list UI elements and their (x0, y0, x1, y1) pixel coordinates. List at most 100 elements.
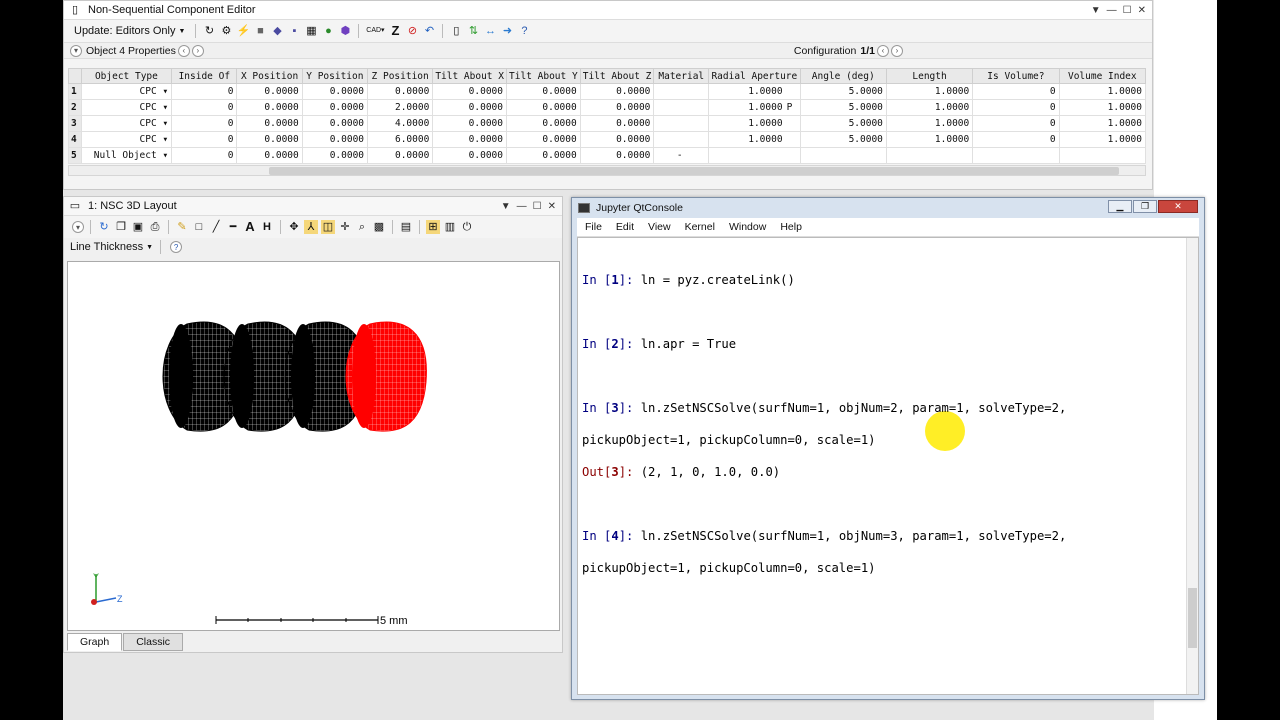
cell-x[interactable]: 0.0000 (236, 131, 303, 148)
ray-trace-icon[interactable]: ⚡ (236, 24, 251, 38)
dimension-icon[interactable]: H (260, 220, 274, 234)
next-object-button[interactable]: › (191, 44, 204, 57)
cell-ang[interactable]: 5.0000 (799, 99, 887, 116)
cell-vidx[interactable]: 1.0000 (1058, 115, 1147, 132)
page-icon[interactable]: ▯ (449, 24, 463, 38)
prev-object-button[interactable]: ‹ (177, 44, 190, 57)
cell-len[interactable]: 1.0000 (885, 115, 974, 132)
power-icon[interactable]: ⏻ (460, 220, 474, 234)
chevron-down-icon[interactable]: ▾ (157, 86, 168, 97)
column-header[interactable]: Object Type (80, 68, 173, 84)
menu-help[interactable]: Help (780, 221, 802, 233)
cell-vidx[interactable]: 1.0000 (1058, 99, 1147, 116)
cell-tx[interactable]: 0.0000 (432, 147, 507, 164)
tab-classic[interactable]: Classic (123, 633, 184, 651)
cube-small-icon[interactable]: ▪ (287, 24, 301, 38)
cell-x[interactable]: 0.0000 (236, 147, 303, 164)
layout-grid-icon[interactable]: ⊞ (426, 220, 440, 234)
forward-icon[interactable]: ➜ (500, 24, 514, 38)
swap-icon[interactable]: ⇅ (466, 24, 480, 38)
help-icon[interactable]: ? (517, 24, 531, 38)
object-type-cell[interactable]: Null Object ▾ (80, 147, 173, 164)
close-button[interactable]: ✕ (1138, 5, 1146, 16)
view-icon[interactable]: ◫ (321, 220, 335, 234)
cell-ty[interactable]: 0.0000 (506, 83, 581, 100)
cell-vidx[interactable] (1058, 147, 1147, 164)
object-type-cell[interactable]: CPC ▾ (80, 99, 173, 116)
cell-tx[interactable]: 0.0000 (432, 115, 507, 132)
text-icon[interactable]: A (243, 220, 257, 234)
window-split-icon[interactable]: ▥ (443, 220, 457, 234)
cell-len[interactable]: 1.0000 (885, 99, 974, 116)
chevron-down-icon[interactable]: ▾ (70, 44, 82, 57)
minimize-button[interactable]: ▁ (1108, 200, 1132, 213)
cad-icon[interactable]: CAD▾ (365, 24, 385, 38)
column-header[interactable]: Radial Aperture (708, 68, 801, 84)
chevron-down-icon[interactable]: ▾ (72, 221, 84, 233)
cell-inside[interactable]: 0 (171, 131, 238, 148)
cell-inside[interactable]: 0 (171, 99, 238, 116)
chevron-down-icon[interactable]: ▾ (157, 134, 168, 145)
row-number[interactable]: 2 (68, 99, 82, 116)
chevron-down-icon[interactable]: ▾ (157, 102, 168, 113)
maximize-button[interactable]: ☐ (533, 201, 542, 212)
cell-z[interactable]: 0.0000 (367, 83, 434, 100)
cube-icon[interactable]: ◆ (270, 24, 284, 38)
scroll-thumb[interactable] (1188, 588, 1197, 648)
clipboard-icon[interactable]: ▤ (399, 220, 413, 234)
cell-z[interactable]: 2.0000 (367, 99, 434, 116)
radial-aperture-cell[interactable]: 1.0000 P (708, 99, 801, 116)
line-icon[interactable]: ╱ (209, 220, 223, 234)
cell-tz[interactable]: 0.0000 (579, 147, 655, 164)
cell-vidx[interactable]: 1.0000 (1058, 131, 1147, 148)
radial-aperture-cell[interactable]: 1.0000 (708, 83, 801, 100)
cell-len[interactable] (885, 147, 974, 164)
copy-icon[interactable]: ❐ (114, 220, 128, 234)
hline-icon[interactable]: ━ (226, 220, 240, 234)
scroll-thumb[interactable] (269, 167, 1119, 175)
maximize-button[interactable]: ☐ (1123, 5, 1132, 16)
restore-button[interactable]: ❐ (1133, 200, 1157, 213)
layout-canvas[interactable]: Y Z 5 mm (67, 261, 560, 631)
object-type-cell[interactable]: CPC ▾ (80, 131, 173, 148)
cell-mat[interactable] (653, 115, 710, 132)
rotate-icon[interactable]: ✥ (287, 220, 301, 234)
column-header[interactable]: Is Volume? (972, 68, 1060, 84)
cell-ty[interactable]: 0.0000 (506, 131, 581, 148)
settings-icon[interactable]: ⚙ (219, 24, 233, 38)
cell-vol[interactable]: 0 (972, 115, 1060, 132)
cell-tz[interactable]: 0.0000 (579, 131, 655, 148)
prev-config-button[interactable]: ‹ (876, 44, 889, 57)
object-type-cell[interactable]: CPC ▾ (80, 83, 173, 100)
menu-edit[interactable]: Edit (616, 221, 634, 233)
help-icon[interactable]: ? (170, 241, 183, 253)
cell-inside[interactable]: 0 (171, 115, 238, 132)
column-header[interactable]: Volume Index (1058, 68, 1147, 84)
cell-ang[interactable] (799, 147, 887, 164)
tab-graph[interactable]: Graph (67, 633, 123, 651)
cell-tx[interactable]: 0.0000 (432, 83, 507, 100)
cell-mat[interactable]: - (653, 147, 710, 164)
cell-vol[interactable] (972, 147, 1060, 164)
radial-aperture-cell[interactable]: 1.0000 (708, 115, 801, 132)
cell-z[interactable]: 4.0000 (367, 115, 434, 132)
cell-tz[interactable]: 0.0000 (579, 115, 655, 132)
radial-aperture-cell[interactable]: 1.0000 (708, 131, 801, 148)
hexagon-icon[interactable]: ⬢ (338, 24, 352, 38)
save-icon[interactable]: ▣ (131, 220, 145, 234)
undo-icon[interactable]: ↶ (422, 24, 436, 38)
solve-marker[interactable]: P (783, 102, 797, 113)
update-dropdown[interactable]: Update: Editors Only ▼ (70, 24, 189, 38)
cell-vol[interactable]: 0 (972, 99, 1060, 116)
grid-icon[interactable]: ▦ (304, 24, 318, 38)
refresh-icon[interactable]: ↻ (97, 220, 111, 234)
refresh-icon[interactable]: ↻ (202, 24, 216, 38)
cell-ang[interactable]: 5.0000 (799, 131, 887, 148)
column-header[interactable]: X Position (236, 68, 303, 84)
cell-len[interactable]: 1.0000 (885, 131, 974, 148)
print-icon[interactable]: ⎙ (148, 220, 162, 234)
cell-x[interactable]: 0.0000 (236, 99, 303, 116)
pencil-icon[interactable]: ✎ (175, 220, 189, 234)
no-icon[interactable]: ⊘ (405, 24, 419, 38)
menu-window[interactable]: Window (729, 221, 766, 233)
